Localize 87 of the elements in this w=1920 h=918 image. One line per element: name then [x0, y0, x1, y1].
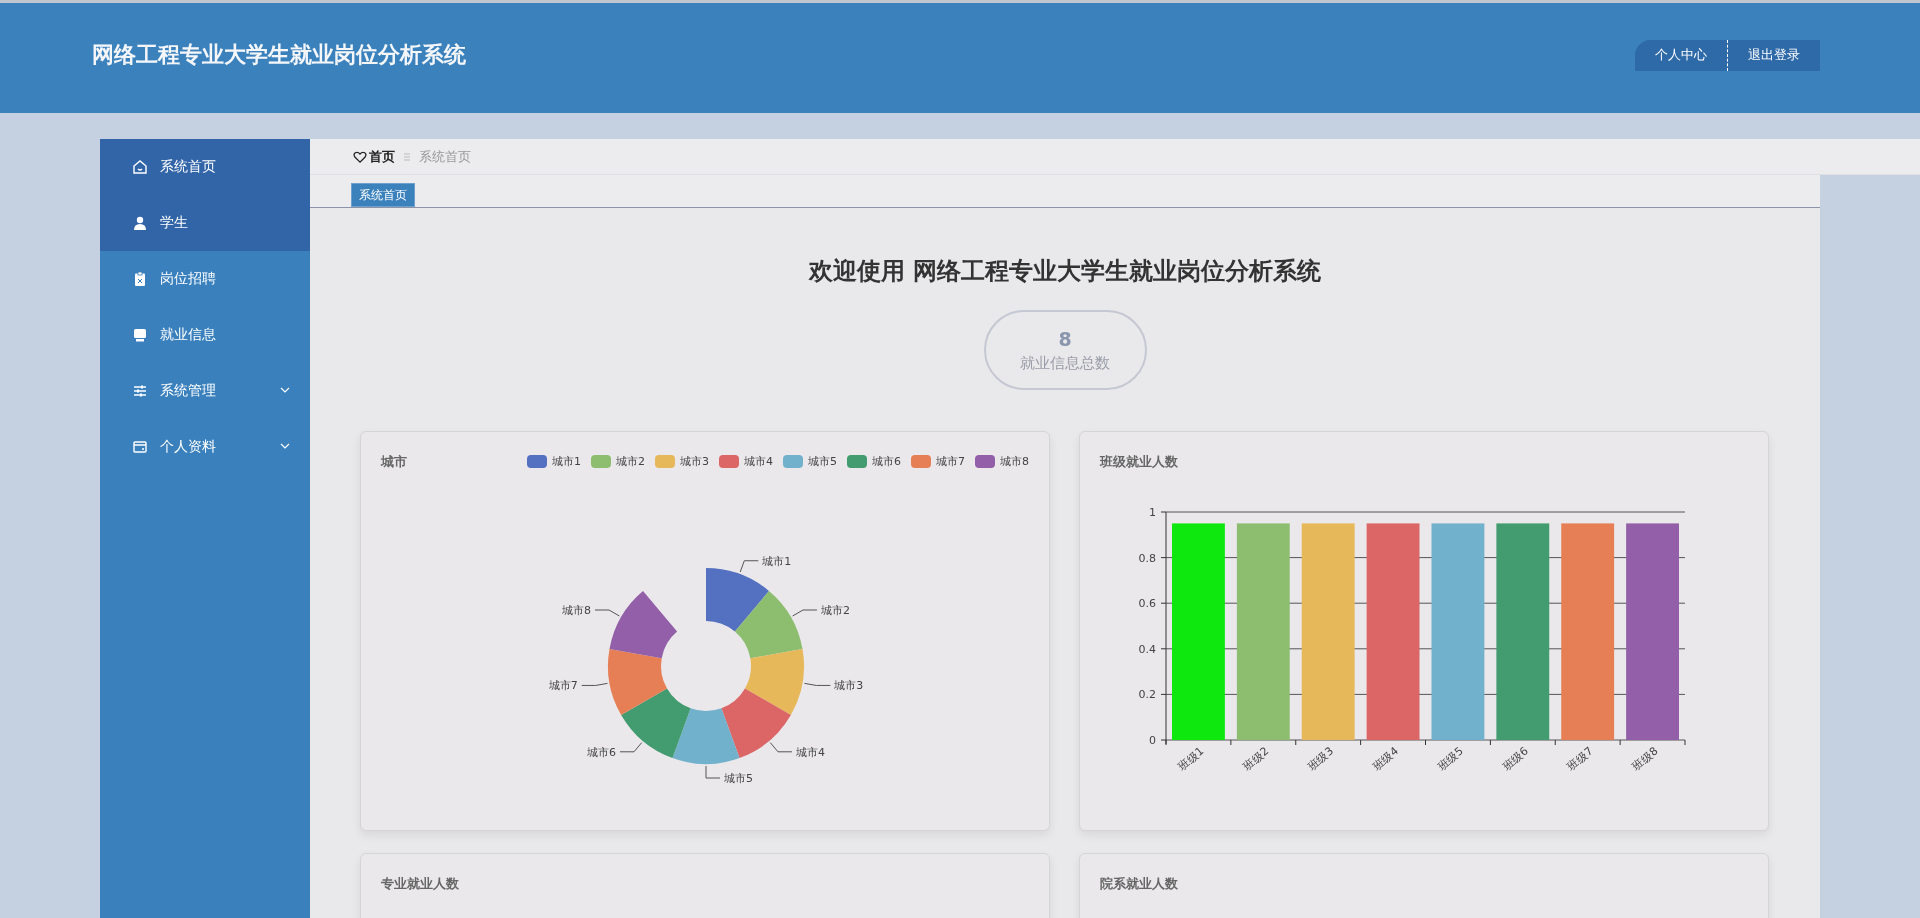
sidebar-item[interactable]: 就业信息 — [100, 307, 310, 363]
legend-swatch[interactable] — [847, 455, 867, 468]
tray-icon — [132, 327, 148, 343]
leader-line — [739, 560, 759, 573]
legend-label[interactable]: 城市8 — [1000, 454, 1029, 469]
legend-swatch[interactable] — [911, 455, 931, 468]
legend-swatch[interactable] — [655, 455, 675, 468]
legend-label[interactable]: 城市4 — [744, 454, 773, 469]
y-tick-label: 0.8 — [1138, 551, 1156, 565]
slice-label: 城市8 — [562, 604, 591, 617]
page-tab[interactable]: 系统首页 — [351, 183, 415, 207]
slice-label: 城市6 — [587, 745, 616, 759]
x-tick-label: 班级6 — [1500, 744, 1531, 773]
legend-swatch[interactable] — [591, 455, 611, 468]
bar[interactable] — [1236, 523, 1290, 740]
bar[interactable] — [1561, 523, 1615, 740]
bar[interactable] — [1431, 523, 1485, 740]
y-tick-label: 0.6 — [1138, 597, 1156, 611]
legend-label[interactable]: 城市5 — [808, 454, 837, 469]
breadcrumb-item[interactable]: 首页 — [369, 147, 395, 166]
leader-line — [769, 742, 793, 753]
legend-label[interactable]: 城市1 — [552, 454, 581, 469]
y-tick-label: 1 — [1149, 506, 1156, 519]
card-title: 院系就业人数 — [1100, 874, 1178, 893]
y-tick-label: 0.4 — [1138, 642, 1156, 656]
sidebar-item[interactable]: 学生 — [100, 195, 310, 251]
wallet-icon — [132, 439, 148, 455]
user-icon — [132, 215, 148, 231]
donut-slice[interactable] — [734, 590, 803, 659]
separator-icon — [403, 151, 411, 162]
donut-slice[interactable] — [706, 568, 769, 632]
slice-label: 城市1 — [762, 554, 792, 568]
bar[interactable] — [1366, 523, 1420, 740]
leader-line — [619, 742, 643, 753]
card-title: 城市 — [381, 452, 407, 471]
bar[interactable] — [1301, 523, 1355, 740]
heart-icon — [353, 150, 367, 163]
clipboard-icon — [132, 271, 148, 287]
x-tick-label: 班级3 — [1305, 744, 1337, 773]
y-tick-label: 0.2 — [1138, 688, 1156, 702]
stat-label: 就业信息总数 — [1020, 353, 1110, 373]
sidebar-item[interactable]: 系统管理 — [100, 363, 310, 419]
donut-slice[interactable] — [621, 688, 691, 759]
donut-slice[interactable] — [672, 708, 740, 764]
x-tick-label: 班级7 — [1565, 744, 1596, 773]
legend-swatch[interactable] — [527, 455, 547, 468]
x-tick-label: 班级1 — [1175, 744, 1207, 773]
sidebar-item[interactable]: 岗位招聘 — [100, 251, 310, 307]
donut-slice[interactable] — [744, 649, 804, 715]
x-tick-label: 班级5 — [1435, 744, 1466, 773]
x-tick-label: 班级4 — [1370, 744, 1401, 773]
app-title: 网络工程专业大学生就业岗位分析系统 — [92, 41, 466, 69]
slice-label: 城市3 — [834, 679, 864, 693]
x-tick-label: 班级2 — [1240, 744, 1272, 773]
leader-line — [581, 682, 608, 686]
y-tick-label: 0 — [1149, 734, 1156, 747]
legend-label[interactable]: 城市2 — [616, 454, 645, 469]
leader-line — [705, 765, 721, 779]
donut-slice[interactable] — [721, 688, 791, 759]
bar[interactable] — [1496, 523, 1550, 740]
legend-swatch[interactable] — [783, 455, 803, 468]
card-title: 专业就业人数 — [381, 874, 459, 893]
header-button[interactable]: 个人中心 — [1635, 39, 1728, 71]
legend-swatch[interactable] — [975, 455, 995, 468]
leader-line — [594, 609, 620, 617]
slice-label: 城市4 — [796, 745, 825, 759]
legend-swatch[interactable] — [719, 455, 739, 468]
leader-line — [804, 682, 831, 686]
donut-slice[interactable] — [608, 649, 668, 715]
donut-slice[interactable] — [609, 590, 678, 659]
sidebar-item[interactable]: 个人资料 — [100, 419, 310, 475]
x-tick-label: 班级8 — [1629, 744, 1661, 773]
stat-value: 8 — [1058, 327, 1072, 350]
sidebar-item[interactable]: 系统首页 — [100, 139, 310, 195]
legend-label[interactable]: 城市7 — [936, 454, 965, 469]
legend-label[interactable]: 城市3 — [680, 454, 709, 469]
legend-label[interactable]: 城市6 — [872, 454, 901, 469]
home-icon — [132, 159, 148, 175]
breadcrumb-item: 系统首页 — [419, 147, 471, 166]
card-title: 班级就业人数 — [1100, 452, 1178, 471]
sliders-icon — [132, 383, 148, 399]
leader-line — [792, 609, 818, 617]
slice-label: 城市2 — [821, 604, 850, 617]
bar[interactable] — [1626, 523, 1679, 740]
slice-label: 城市7 — [548, 679, 578, 693]
welcome-heading: 欢迎使用 网络工程专业大学生就业岗位分析系统 — [807, 256, 1323, 287]
slice-label: 城市5 — [724, 772, 753, 785]
